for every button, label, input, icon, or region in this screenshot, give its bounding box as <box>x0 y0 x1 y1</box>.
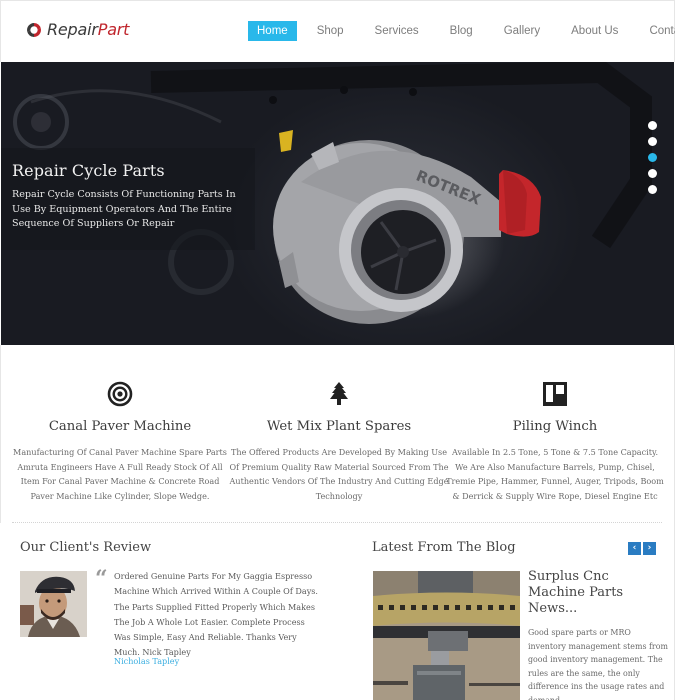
feature-title: Canal Paver Machine <box>48 419 192 434</box>
nav-shop[interactable]: Shop <box>308 21 353 41</box>
blog-carousel-nav: ‹ › <box>628 542 656 555</box>
logo[interactable]: RepairPart <box>25 20 129 39</box>
hero-slider: ROTREX Repair Cycle Parts Repair Cycle C… <box>1 62 674 345</box>
feature-title: Piling Winch <box>512 419 598 434</box>
review-author-link[interactable]: Nicholas Tapley <box>114 656 179 666</box>
logo-swirl-icon <box>27 22 41 37</box>
blog-post-excerpt: Good spare parts or MRO inventory manage… <box>528 628 668 700</box>
hero-caption: Repair Cycle Parts Repair Cycle Consists… <box>1 148 255 250</box>
section-divider <box>12 522 662 523</box>
main-nav: Home Shop Services Blog Gallery About Us… <box>248 21 675 41</box>
slider-dot-2[interactable] <box>648 137 657 146</box>
blog-next-button[interactable]: › <box>643 542 656 555</box>
hero-title: Repair Cycle Parts <box>12 161 165 180</box>
slider-dot-4[interactable] <box>648 169 657 178</box>
feature-description: The Offered Products Are Developed By Ma… <box>229 447 449 501</box>
target-icon <box>107 381 133 407</box>
nav-services[interactable]: Services <box>366 21 428 41</box>
nav-about-us[interactable]: About Us <box>562 21 627 41</box>
board-icon <box>543 382 567 406</box>
review-heading: Our Client's Review <box>20 540 152 555</box>
nav-blog[interactable]: Blog <box>441 21 482 41</box>
logo-text-part: Part <box>97 20 130 39</box>
quote-icon: “ <box>95 566 108 592</box>
features-section: Canal Paver Machine Manufacturing Of Can… <box>0 345 675 523</box>
blog-post-image[interactable] <box>373 571 520 700</box>
nav-contact-us[interactable]: Contact Us <box>640 21 675 41</box>
site-header: RepairPart Home Shop Services Blog Galle… <box>0 0 675 62</box>
client-avatar <box>20 571 87 637</box>
feature-description: Available In 2.5 Tone, 5 Tone & 7.5 Tone… <box>446 447 664 501</box>
hero-text: Repair Cycle Consists Of Functioning Par… <box>12 189 236 229</box>
slider-pagination <box>648 121 657 194</box>
logo-text-repair: Repair <box>47 20 98 39</box>
feature-description: Manufacturing Of Canal Paver Machine Spa… <box>13 447 227 501</box>
slider-dot-1[interactable] <box>648 121 657 130</box>
nav-home[interactable]: Home <box>248 21 297 41</box>
slider-dot-3[interactable] <box>648 153 657 162</box>
blog-post-title[interactable]: Surplus Cnc Machine Parts News... <box>528 569 668 617</box>
blog-heading: Latest From The Blog <box>372 540 516 555</box>
tree-icon <box>330 382 348 405</box>
logo-text: RepairPart <box>47 20 129 39</box>
blog-prev-button[interactable]: ‹ <box>628 542 641 555</box>
nav-gallery[interactable]: Gallery <box>495 21 549 41</box>
review-text: Ordered Genuine Parts For My Gaggia Espr… <box>114 571 318 658</box>
feature-title: Wet Mix Plant Spares <box>266 419 412 434</box>
slider-dot-5[interactable] <box>648 185 657 194</box>
